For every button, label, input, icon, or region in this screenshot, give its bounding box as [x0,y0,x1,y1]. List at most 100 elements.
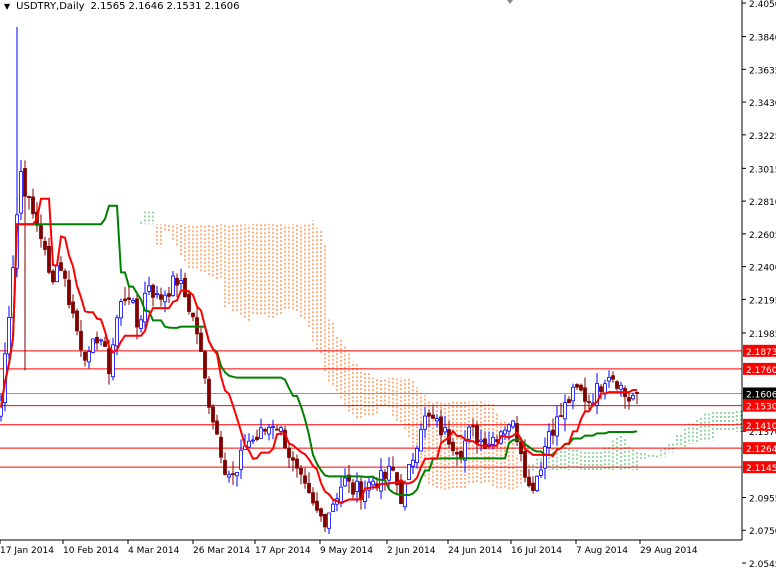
candle-body [343,477,347,487]
y-tick-label: 2.3635 [749,66,776,76]
candle-body [183,277,187,298]
candle-body [431,414,435,419]
candle-body [59,262,63,271]
candle-body [191,312,195,318]
candle-body [263,429,267,432]
candle-body [439,416,443,436]
x-tick-label: 10 Feb 2014 [63,546,119,556]
chart-title-bar: ▼ USDTRY,Daily 2.1565 2.1646 2.1531 2.16… [4,1,240,12]
y-tick-label: 2.3840 [749,34,776,44]
candle-body [235,472,239,477]
plot-area [0,26,742,535]
scroll-marker-icon [507,0,513,4]
candle-body [503,429,507,435]
candle-body [155,293,159,296]
candle-body [23,168,27,197]
candle-body [587,401,591,403]
candle-body [435,418,439,422]
candle-body [275,428,279,431]
candle-body [607,376,611,382]
candle-body [227,474,231,478]
candle-body [631,394,635,400]
candle-body [407,464,411,481]
candle-body [187,293,191,312]
level-price-label: 2.1760 [746,366,776,376]
candle-body [119,301,123,319]
candle-body [299,467,303,475]
x-tick-label: 29 Aug 2014 [640,546,698,556]
candle-body [339,486,343,503]
candle-body [355,480,359,493]
candle-body [599,386,603,392]
candle-body [107,348,111,375]
candle-body [551,429,555,436]
x-tick-label: 9 May 2014 [320,546,373,556]
candle-body [287,447,291,458]
y-tick-label: 2.3015 [749,165,776,175]
level-price-label: 2.1530 [746,403,776,413]
candle-body [627,397,631,402]
candle-body [611,375,615,380]
candle-body [255,436,259,440]
candle-body [319,508,323,517]
candle-body [559,415,563,417]
candle-body [619,384,623,390]
x-tick-label: 17 Apr 2014 [255,546,311,556]
dropdown-triangle-icon[interactable]: ▼ [4,2,10,11]
symbol-label: USDTRY,Daily [16,1,85,12]
candle-body [531,482,535,491]
candle-body [71,301,75,314]
candle-body [139,319,143,329]
candle-body [131,299,135,303]
candle-body [19,171,23,214]
candle-body [615,381,619,389]
ohlc-low: 2.1531 [166,1,202,12]
candle-body [511,420,515,428]
y-tick-label: 2.3225 [749,132,776,142]
candle-body [583,387,587,402]
price-chart[interactable]: 2.4050 2.3840 2.3635 2.3430 2.3225 2.3015 2.28… [0,0,776,584]
candle-body [555,416,559,437]
candle-body [199,332,203,352]
candle-body [415,448,419,464]
candle-body [231,473,235,476]
candle-body [87,350,91,363]
candle-body [387,465,391,481]
candle-body [483,438,487,449]
candle-body [51,270,55,283]
candle-body [175,277,179,286]
candle-body [391,466,395,471]
candle-body [563,402,567,420]
x-tick-label: 2 Jun 2014 [387,546,436,556]
candle-body [151,284,155,298]
candle-body [315,500,319,511]
candle-body [123,298,127,302]
candle-body [567,399,571,404]
candle-body [251,439,255,442]
candle-body [547,431,551,448]
candle-body [303,475,307,484]
candle-body [479,439,483,443]
x-tick-label: 17 Jan 2014 [0,546,54,556]
y-tick-label: 2.2810 [749,198,776,208]
y-tick-label: 2.1985 [749,330,776,340]
candle-body [63,270,67,279]
candle-body [207,378,211,408]
y-tick-label: 2.4050 [749,0,776,10]
level-price-label: 2.1410 [746,422,776,432]
candle-body [523,451,527,478]
x-tick-label: 24 Jun 2014 [448,546,502,556]
x-tick-label: 16 Jul 2014 [511,546,562,556]
candle-body [7,317,11,355]
candle-body [171,275,175,297]
y-tick-label: 2.0955 [749,494,776,504]
ohlc-open: 2.1565 [90,1,126,12]
y-tick-label: 2.2605 [749,231,776,241]
candle-body [427,412,431,417]
candle-body [167,293,171,297]
candle-body [83,351,87,361]
candle-body [39,225,43,239]
candle-body [575,384,579,388]
candle-body [239,449,243,470]
current-price-label: 2.1606 [746,390,776,400]
